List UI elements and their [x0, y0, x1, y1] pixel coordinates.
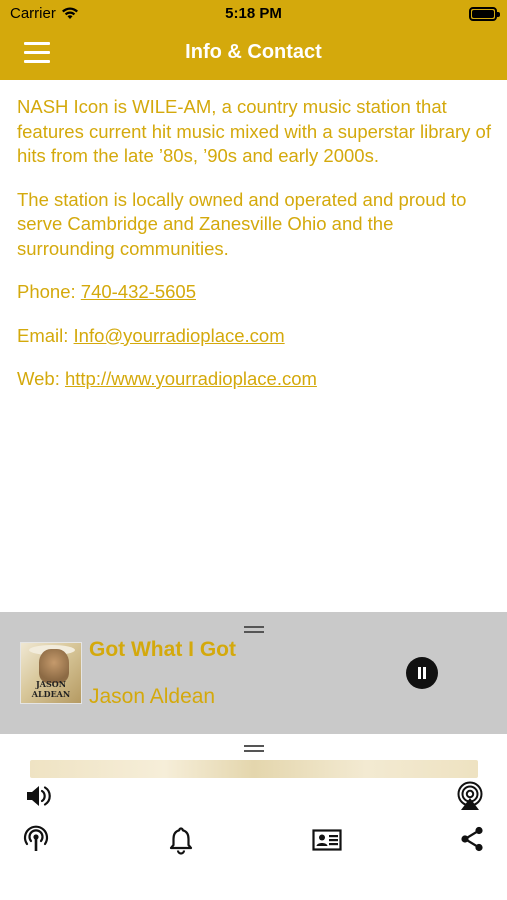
bell-icon[interactable]	[166, 825, 196, 855]
airplay-icon[interactable]	[455, 781, 485, 811]
pause-button[interactable]	[406, 657, 438, 689]
email-line: Email: Info@yourradioplace.com	[17, 324, 492, 349]
album-art-text: JASON ALDEAN	[31, 679, 71, 699]
status-time: 5:18 PM	[225, 5, 282, 22]
podcast-icon[interactable]	[21, 824, 51, 854]
email-label: Email:	[17, 324, 74, 346]
drag-handle-icon[interactable]	[244, 626, 264, 633]
station-ownership: The station is locally owned and operate…	[17, 188, 467, 259]
panel-drag-handle-icon[interactable]	[244, 745, 264, 752]
station-description: NASH Icon is WILE-AM, a country music st…	[17, 96, 491, 166]
page-title: Info & Contact	[185, 41, 322, 63]
status-bar: Carrier 5:18 PM	[0, 0, 507, 28]
header: Info & Contact	[0, 28, 507, 80]
web-label: Web:	[17, 368, 65, 389]
track-title: Got What I Got	[89, 638, 236, 661]
web-line: Web: http://www.yourradioplace.com	[17, 367, 492, 392]
control-panel	[0, 734, 507, 900]
volume-icon[interactable]	[23, 781, 53, 811]
battery-icon	[469, 7, 500, 21]
info-content: NASH Icon is WILE-AM, a country music st…	[17, 95, 492, 411]
album-art-face	[39, 649, 69, 683]
phone-link[interactable]: 740-432-5605	[81, 281, 196, 302]
album-art: JASON ALDEAN	[20, 642, 82, 704]
share-icon[interactable]	[457, 824, 487, 854]
phone-line: Phone: 740-432-5605	[17, 280, 492, 305]
artist-name: Jason Aldean	[89, 685, 216, 708]
contact-card-icon[interactable]	[312, 825, 342, 855]
now-playing-bar: JASON ALDEAN Got What I Got Jason Aldean	[0, 612, 507, 734]
artwork-strip	[30, 760, 478, 778]
email-link[interactable]: Info@yourradioplace.com	[74, 325, 285, 346]
phone-label: Phone:	[17, 281, 81, 302]
web-link[interactable]: http://www.yourradioplace.com	[65, 368, 317, 389]
top-bar: Carrier 5:18 PM Info & Contact	[0, 0, 507, 80]
